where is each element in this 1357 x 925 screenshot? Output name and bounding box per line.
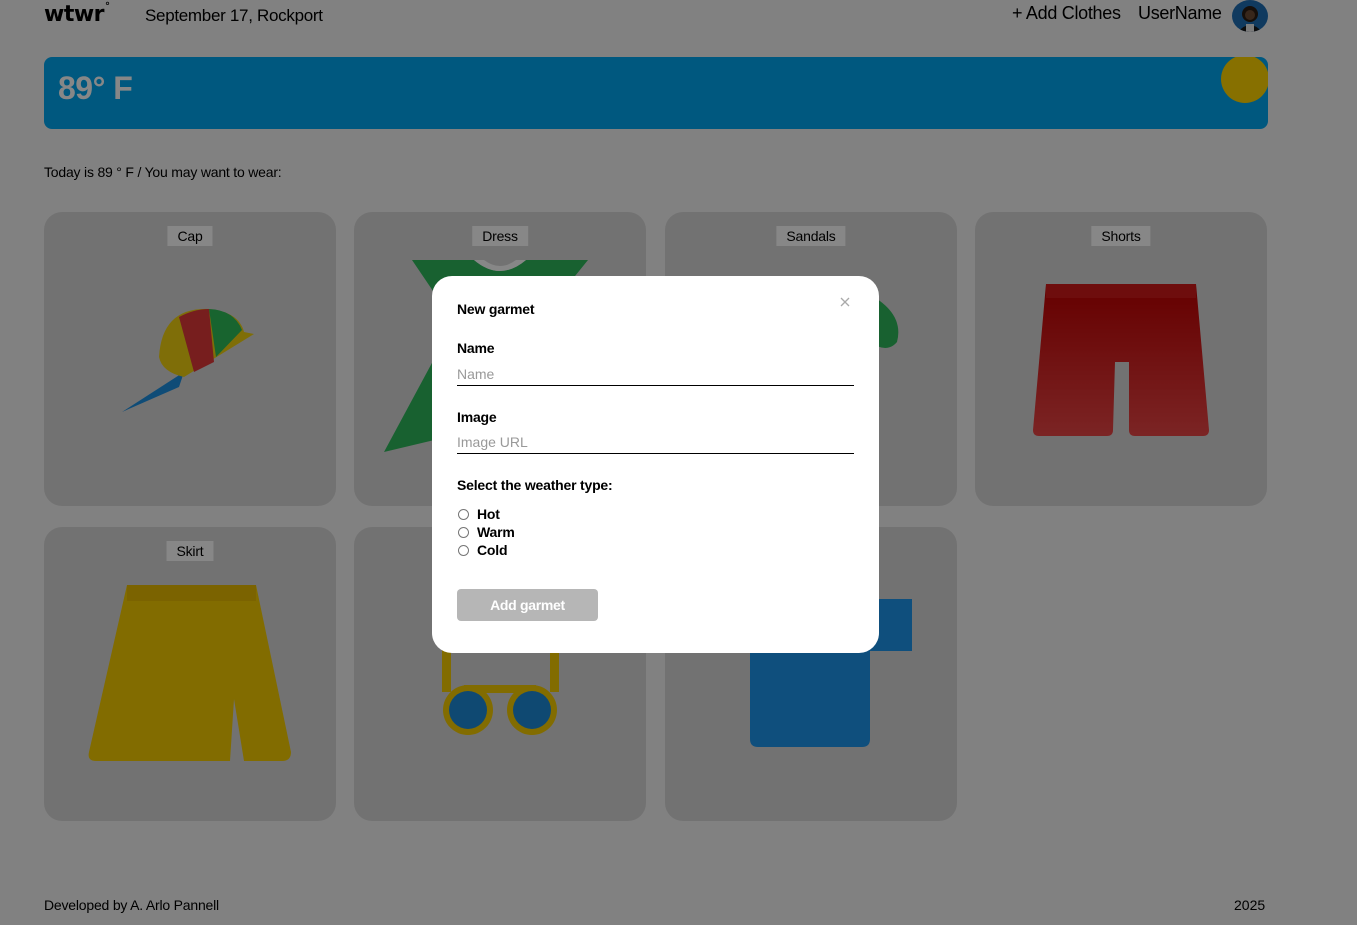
weather-option-label: Warm [477,524,515,540]
weather-type-label: Select the weather type: [457,477,613,493]
weather-option-cold[interactable]: Cold [457,541,508,559]
name-label: Name [457,340,495,356]
weather-option-hot[interactable]: Hot [457,505,500,523]
add-garment-button[interactable]: Add garmet [457,589,598,621]
new-garment-modal: New garmet Name Image Select the weather… [432,276,879,653]
weather-option-label: Hot [477,506,500,522]
modal-title: New garmet [457,301,535,317]
close-icon[interactable] [838,295,852,309]
weather-radio-hot[interactable] [458,508,469,520]
image-url-input[interactable] [457,430,854,454]
weather-radio-cold[interactable] [458,544,469,556]
weather-option-label: Cold [477,542,508,558]
weather-radio-warm[interactable] [458,526,469,538]
weather-option-warm[interactable]: Warm [457,523,515,541]
name-input[interactable] [457,362,854,386]
image-label: Image [457,409,497,425]
